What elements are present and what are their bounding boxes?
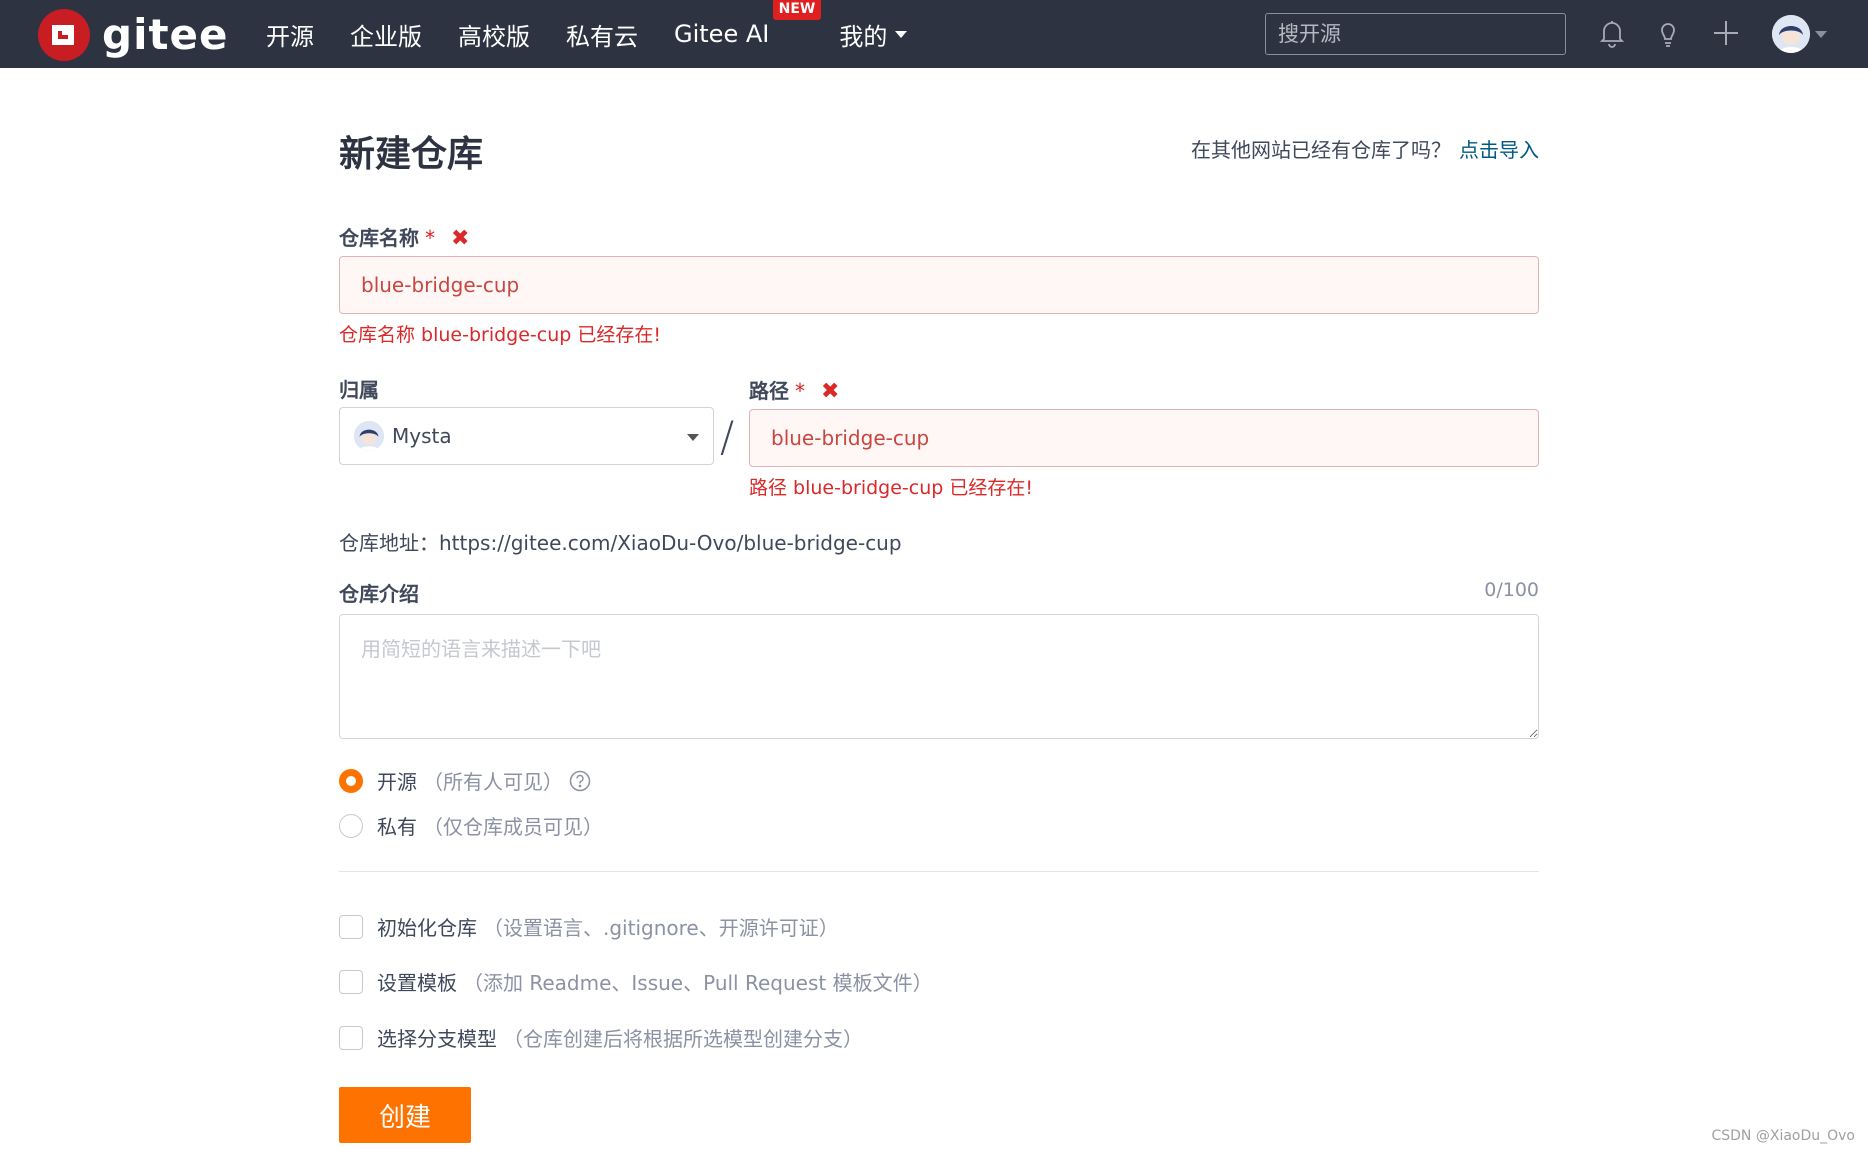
repo-name-error: 仓库名称 blue-bridge-cup 已经存在! xyxy=(339,324,661,346)
radio-opensource-sub: （所有人可见） xyxy=(423,770,563,794)
path-input[interactable] xyxy=(749,409,1539,467)
radio-private[interactable]: 私有 （仅仓库成员可见） xyxy=(339,811,603,840)
option-init-repo-sub: （设置语言、.gitignore、开源许可证） xyxy=(483,916,839,940)
watermark: CSDN @XiaoDu_Ovo xyxy=(1711,1128,1855,1144)
chevron-down-icon xyxy=(895,30,908,38)
new-badge: NEW xyxy=(772,0,822,20)
option-branch-model[interactable]: 选择分支模型 （仓库创建后将根据所选模型创建分支） xyxy=(339,1023,863,1052)
option-branch-model-sub: （仓库创建后将根据所选模型创建分支） xyxy=(503,1027,863,1051)
main-nav-menu: 开源 企业版 高校版 私有云 Gitee AI NEW 我的 xyxy=(266,0,943,68)
import-question: 在其他网站已经有仓库了吗？ xyxy=(1191,138,1451,162)
import-hint: 在其他网站已经有仓库了吗？ 点击导入 xyxy=(1191,134,1539,163)
search-input[interactable] xyxy=(1265,13,1566,55)
top-navbar: gitee 开源 企业版 高校版 私有云 Gitee AI NEW 我的 xyxy=(0,0,1868,68)
required-mark: * xyxy=(795,379,805,403)
radio-opensource[interactable]: 开源 （所有人可见） xyxy=(339,766,591,795)
nav-item-education[interactable]: 高校版 xyxy=(458,17,530,52)
error-x-icon: ✖ xyxy=(451,226,470,251)
lightbulb-icon[interactable] xyxy=(1651,16,1685,50)
nav-item-enterprise[interactable]: 企业版 xyxy=(350,17,422,52)
radio-private-label: 私有 xyxy=(377,815,417,839)
checkbox[interactable] xyxy=(339,1025,363,1050)
gitee-logo-badge xyxy=(38,9,90,61)
option-template-sub: （添加 Readme、Issue、Pull Request 模板文件） xyxy=(463,971,933,995)
nav-item-private-cloud[interactable]: 私有云 xyxy=(566,17,638,52)
avatar-chevron-down-icon[interactable] xyxy=(1815,31,1827,38)
checkbox[interactable] xyxy=(339,969,363,994)
help-circle-icon[interactable] xyxy=(569,770,591,792)
owner-select[interactable]: Mysta xyxy=(339,407,714,465)
option-init-repo[interactable]: 初始化仓库 （设置语言、.gitignore、开源许可证） xyxy=(339,912,839,941)
gitee-logo-text: gitee xyxy=(102,10,229,59)
radio-opensource-label: 开源 xyxy=(377,770,417,794)
nav-item-mine-label: 我的 xyxy=(839,22,888,51)
option-template[interactable]: 设置模板 （添加 Readme、Issue、Pull Request 模板文件） xyxy=(339,967,933,996)
page-title: 新建仓库 xyxy=(339,134,484,175)
nav-item-opensource[interactable]: 开源 xyxy=(266,17,314,52)
path-label-row: 路径 * ✖ xyxy=(749,375,839,404)
nav-item-mine[interactable]: 我的 xyxy=(839,17,908,52)
import-link[interactable]: 点击导入 xyxy=(1459,138,1539,162)
plus-icon[interactable] xyxy=(1709,16,1743,50)
repo-name-label: 仓库名称 xyxy=(339,226,419,250)
description-label: 仓库介绍 xyxy=(339,582,419,606)
path-separator: / xyxy=(720,412,735,461)
path-label: 路径 xyxy=(749,379,789,403)
description-counter: 0/100 xyxy=(1484,579,1539,601)
radio-button[interactable] xyxy=(339,813,363,838)
option-branch-model-label: 选择分支模型 xyxy=(377,1027,497,1051)
nav-item-gitee-ai[interactable]: Gitee AI NEW xyxy=(674,0,822,48)
repo-url: 仓库地址：https://gitee.com/XiaoDu-Ovo/blue-b… xyxy=(339,531,902,555)
create-button[interactable]: 创建 xyxy=(339,1087,471,1143)
user-avatar[interactable] xyxy=(1772,15,1810,53)
required-mark: * xyxy=(425,226,435,250)
error-x-icon: ✖ xyxy=(821,379,840,404)
radio-button-checked[interactable] xyxy=(339,768,363,793)
repo-name-input[interactable] xyxy=(339,256,1539,314)
owner-label: 归属 xyxy=(339,378,379,402)
option-init-repo-label: 初始化仓库 xyxy=(377,916,477,940)
description-textarea[interactable] xyxy=(339,614,1539,739)
bell-icon[interactable] xyxy=(1595,16,1629,50)
repo-name-label-row: 仓库名称 * ✖ xyxy=(339,222,469,251)
checkbox[interactable] xyxy=(339,914,363,939)
nav-item-gitee-ai-label: Gitee AI xyxy=(674,20,770,48)
owner-avatar xyxy=(354,421,384,451)
owner-name: Mysta xyxy=(392,424,452,448)
chevron-down-icon xyxy=(687,434,699,441)
gitee-logo[interactable]: gitee xyxy=(38,9,229,61)
option-template-label: 设置模板 xyxy=(377,971,457,995)
path-error: 路径 blue-bridge-cup 已经存在! xyxy=(749,477,1033,499)
divider xyxy=(339,871,1539,872)
radio-private-sub: （仅仓库成员可见） xyxy=(423,815,603,839)
